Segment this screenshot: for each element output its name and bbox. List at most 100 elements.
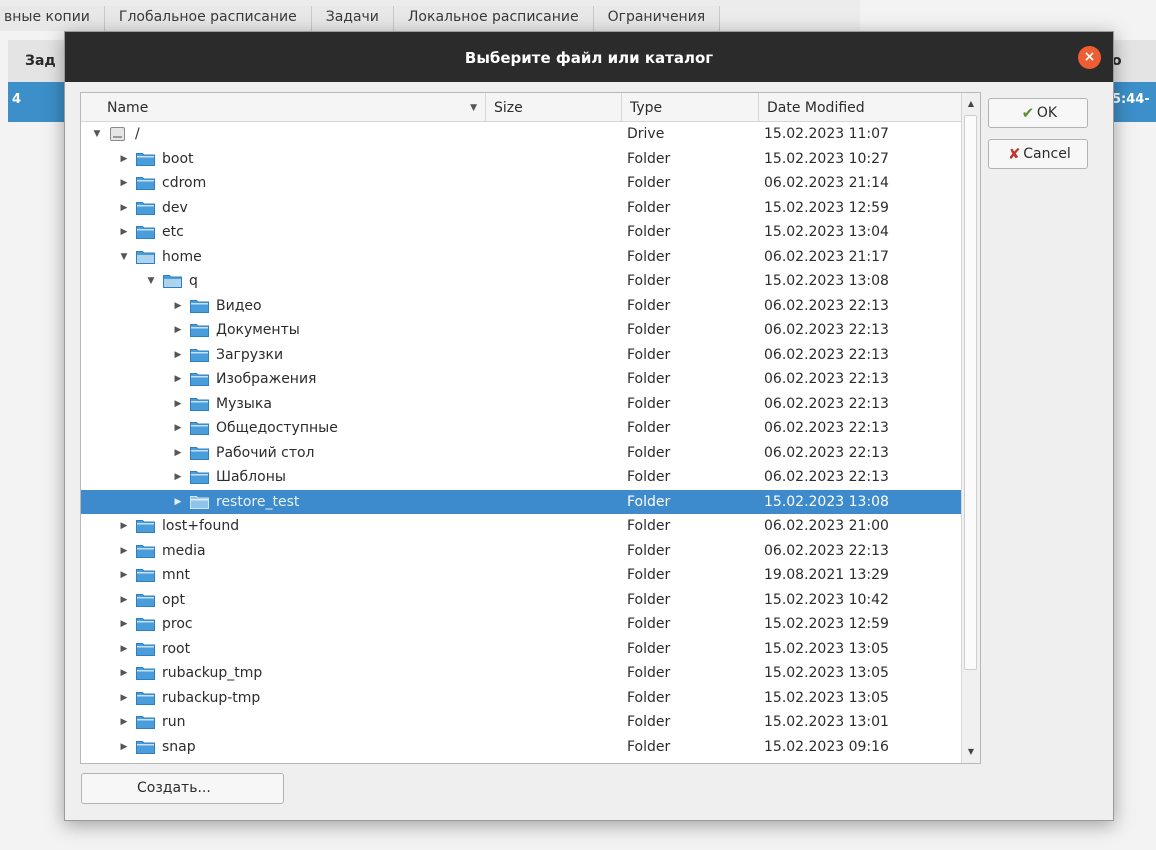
tree-row[interactable]: ▶ rubackup-tmp Folder 15.02.2023 13:05 bbox=[81, 686, 961, 711]
sort-down-icon: ▼ bbox=[470, 103, 477, 113]
expand-icon[interactable]: ▶ bbox=[118, 735, 130, 759]
file-tree-view[interactable]: Name ▼ Size Type Date Modified ▼ / Drive 15… bbox=[80, 92, 981, 764]
column-header-type[interactable]: Type bbox=[622, 93, 759, 121]
tree-row[interactable]: ▶ etc Folder 15.02.2023 13:04 bbox=[81, 220, 961, 245]
row-date: 15.02.2023 12:59 bbox=[764, 616, 889, 632]
expand-icon[interactable]: ▶ bbox=[118, 612, 130, 636]
tree-row[interactable]: ▶ Загрузки Folder 06.02.2023 22:13 bbox=[81, 343, 961, 368]
tree-row[interactable]: ▶ Изображения Folder 06.02.2023 22:13 bbox=[81, 367, 961, 392]
expand-icon[interactable]: ▶ bbox=[172, 367, 184, 391]
tree-row[interactable]: ▼ home Folder 06.02.2023 21:17 bbox=[81, 245, 961, 270]
cancel-button[interactable]: ✘ Cancel bbox=[988, 139, 1088, 169]
cancel-button-label: Cancel bbox=[1023, 146, 1071, 162]
bg-tab-backups[interactable]: вные копии bbox=[0, 6, 105, 31]
tree-row[interactable]: ▶ cdrom Folder 06.02.2023 21:14 bbox=[81, 171, 961, 196]
row-name: dev bbox=[162, 199, 188, 216]
expand-icon[interactable]: ▶ bbox=[118, 588, 130, 612]
scrollbar-thumb[interactable] bbox=[964, 115, 977, 670]
bg-tab-tasks[interactable]: Задачи bbox=[311, 6, 394, 31]
bg-tab-local-schedule[interactable]: Локальное расписание bbox=[393, 6, 594, 31]
column-header-date[interactable]: Date Modified bbox=[759, 93, 961, 121]
row-date: 06.02.2023 22:13 bbox=[764, 542, 889, 559]
expand-icon[interactable]: ▶ bbox=[118, 171, 130, 195]
expand-icon[interactable]: ▶ bbox=[172, 441, 184, 465]
tree-row[interactable]: ▶ proc Folder 15.02.2023 12:59 bbox=[81, 612, 961, 637]
tree-row[interactable]: ▶ mnt Folder 19.08.2021 13:29 bbox=[81, 563, 961, 588]
dialog-titlebar[interactable]: Выберите файл или каталог × bbox=[65, 32, 1113, 82]
tree-row[interactable]: ▶ Общедоступные Folder 06.02.2023 22:13 bbox=[81, 416, 961, 441]
vertical-scrollbar[interactable]: ▲ ▼ bbox=[961, 93, 980, 763]
row-name: Шаблоны bbox=[216, 469, 286, 485]
expand-icon[interactable]: ▶ bbox=[118, 514, 130, 538]
row-date: 15.02.2023 13:08 bbox=[764, 273, 889, 289]
column-header-size-label: Size bbox=[494, 100, 523, 116]
collapse-icon[interactable]: ▼ bbox=[118, 245, 130, 269]
tree-row[interactable]: ▶ root Folder 15.02.2023 13:05 bbox=[81, 637, 961, 662]
expand-icon[interactable]: ▶ bbox=[118, 147, 130, 171]
tree-row[interactable]: ▼ / Drive 15.02.2023 11:07 bbox=[81, 122, 961, 147]
row-type: Folder bbox=[627, 493, 671, 510]
expand-icon[interactable]: ▶ bbox=[172, 465, 184, 489]
collapse-icon[interactable]: ▼ bbox=[145, 269, 157, 293]
bg-tab-restrictions[interactable]: Ограничения bbox=[593, 6, 721, 31]
row-name: Документы bbox=[216, 322, 300, 338]
expand-icon[interactable]: ▶ bbox=[172, 343, 184, 367]
expand-icon[interactable]: ▶ bbox=[118, 661, 130, 685]
tree-row[interactable]: ▶ media Folder 06.02.2023 22:13 bbox=[81, 539, 961, 564]
expand-icon[interactable]: ▶ bbox=[118, 710, 130, 734]
row-type: Folder bbox=[627, 640, 671, 657]
tree-row[interactable]: ▶ Документы Folder 06.02.2023 22:13 bbox=[81, 318, 961, 343]
row-type: Folder bbox=[627, 420, 671, 436]
bg-tab-global-schedule[interactable]: Глобальное расписание bbox=[104, 6, 312, 31]
tree-row[interactable]: ▶ boot Folder 15.02.2023 10:27 bbox=[81, 147, 961, 172]
ok-button[interactable]: ✔ OK bbox=[988, 98, 1088, 128]
tree-row[interactable]: ▶ Видео Folder 06.02.2023 22:13 bbox=[81, 294, 961, 319]
row-date: 15.02.2023 12:59 bbox=[764, 199, 889, 216]
tree-row[interactable]: ▶ lost+found Folder 06.02.2023 21:00 bbox=[81, 514, 961, 539]
expand-icon[interactable]: ▶ bbox=[172, 490, 184, 514]
row-type: Folder bbox=[627, 542, 671, 559]
close-icon[interactable]: × bbox=[1078, 46, 1101, 69]
expand-icon[interactable]: ▶ bbox=[118, 220, 130, 244]
row-date: 06.02.2023 21:14 bbox=[764, 175, 889, 191]
tree-row[interactable]: ▶ Шаблоны Folder 06.02.2023 22:13 bbox=[81, 465, 961, 490]
row-type: Folder bbox=[627, 591, 671, 608]
row-name: lost+found bbox=[162, 518, 240, 534]
tree-row[interactable]: ▶ rubackup_tmp Folder 15.02.2023 13:05 bbox=[81, 661, 961, 686]
folder-icon bbox=[136, 740, 155, 754]
expand-icon[interactable]: ▶ bbox=[118, 539, 130, 563]
row-date: 15.02.2023 13:01 bbox=[764, 714, 889, 730]
scroll-down-icon[interactable]: ▼ bbox=[962, 743, 980, 761]
column-header-name[interactable]: Name ▼ bbox=[81, 93, 486, 121]
expand-icon[interactable]: ▶ bbox=[118, 563, 130, 587]
row-date: 06.02.2023 21:17 bbox=[764, 248, 889, 265]
expand-icon[interactable]: ▶ bbox=[118, 637, 130, 661]
row-date: 15.02.2023 13:08 bbox=[764, 493, 889, 510]
row-name: Рабочий стол bbox=[216, 444, 315, 461]
tree-row[interactable]: ▶ dev Folder 15.02.2023 12:59 bbox=[81, 196, 961, 221]
expand-icon[interactable]: ▶ bbox=[118, 686, 130, 710]
folder-icon bbox=[136, 226, 155, 239]
x-icon: ✘ bbox=[1007, 145, 1021, 163]
row-type: Folder bbox=[627, 248, 671, 265]
row-type: Folder bbox=[627, 444, 671, 461]
row-date: 15.02.2023 13:05 bbox=[764, 640, 889, 657]
scroll-up-icon[interactable]: ▲ bbox=[962, 95, 980, 113]
expand-icon[interactable]: ▶ bbox=[118, 196, 130, 220]
tree-row[interactable]: ▶ Рабочий стол Folder 06.02.2023 22:13 bbox=[81, 441, 961, 466]
tree-row[interactable]: ▶ Музыка Folder 06.02.2023 22:13 bbox=[81, 392, 961, 417]
tree-row[interactable]: ▼ q Folder 15.02.2023 13:08 bbox=[81, 269, 961, 294]
expand-icon[interactable]: ▶ bbox=[172, 318, 184, 342]
tree-row[interactable]: ▶ run Folder 15.02.2023 13:01 bbox=[81, 710, 961, 735]
tree-row[interactable]: ▶ snap Folder 15.02.2023 09:16 bbox=[81, 735, 961, 760]
row-name: home bbox=[162, 248, 202, 265]
tree-row[interactable]: ▶ opt Folder 15.02.2023 10:42 bbox=[81, 588, 961, 613]
folder-icon bbox=[190, 373, 209, 386]
expand-icon[interactable]: ▶ bbox=[172, 294, 184, 318]
tree-row[interactable]: ▶ restore_test Folder 15.02.2023 13:08 bbox=[81, 489, 961, 514]
expand-icon[interactable]: ▶ bbox=[172, 392, 184, 416]
column-header-size[interactable]: Size bbox=[486, 93, 622, 121]
collapse-icon[interactable]: ▼ bbox=[91, 122, 103, 146]
expand-icon[interactable]: ▶ bbox=[172, 416, 184, 440]
create-button[interactable]: Создать... bbox=[81, 773, 284, 804]
